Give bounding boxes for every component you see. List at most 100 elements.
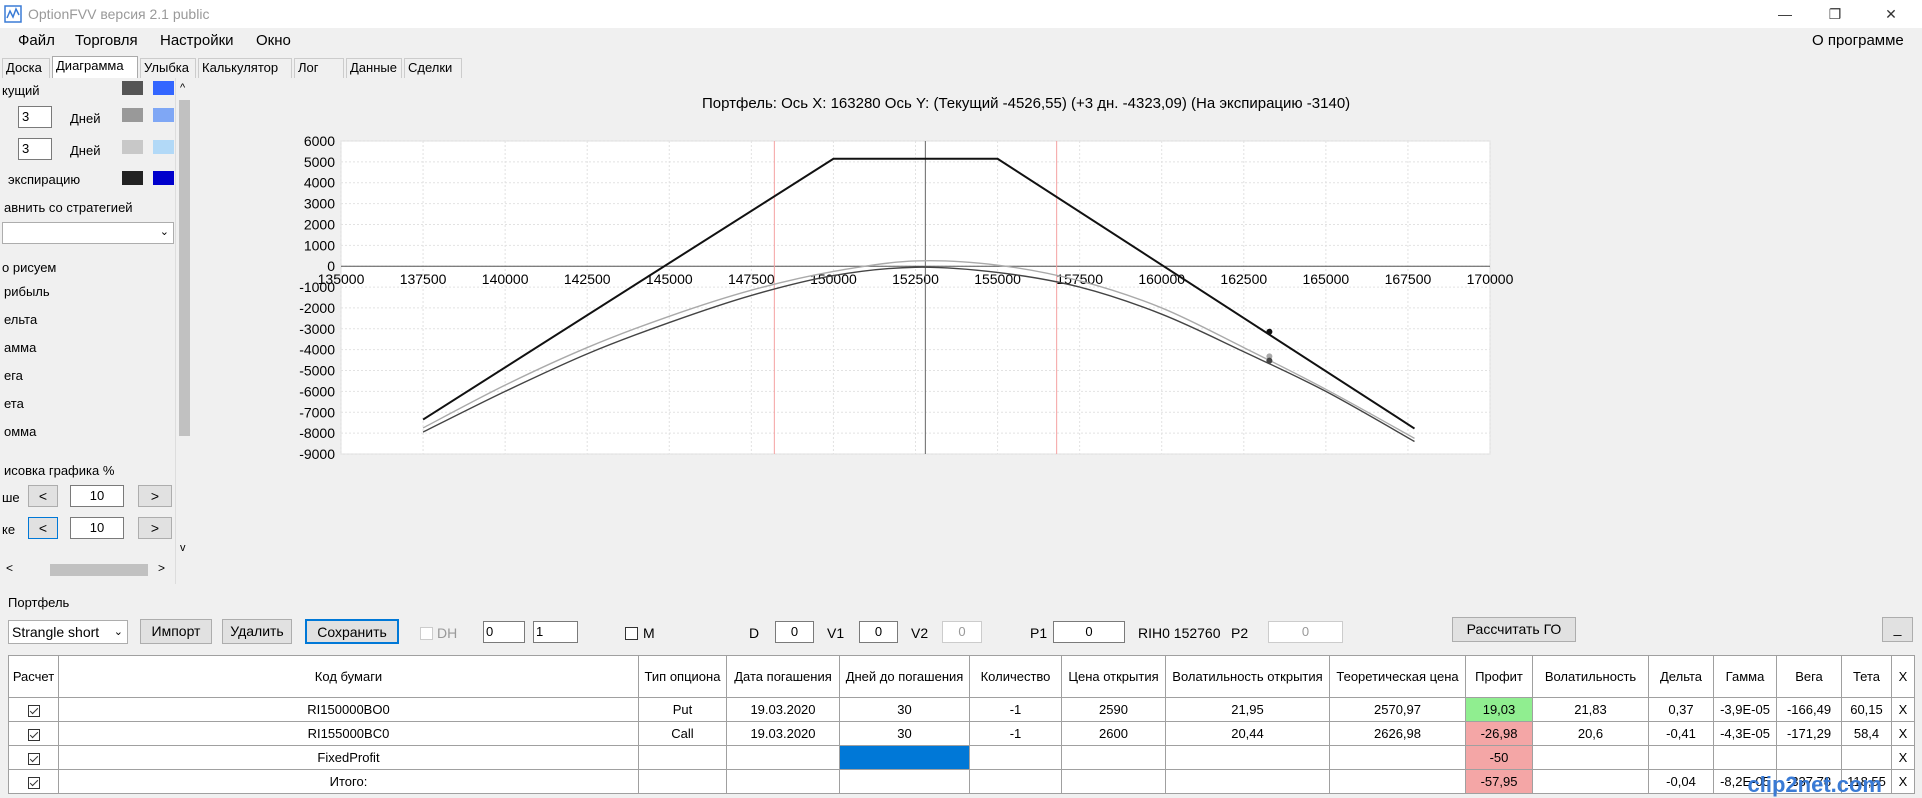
col-header[interactable]: Тип опциона <box>638 655 727 698</box>
cell-qty[interactable] <box>969 769 1062 794</box>
days2-color-swatch-alt[interactable] <box>153 140 174 154</box>
cell-type[interactable]: Put <box>638 697 727 722</box>
d-input[interactable]: 0 <box>775 621 814 643</box>
cell-vega[interactable]: -166,49 <box>1776 697 1842 722</box>
col-header[interactable]: Цена открытия <box>1061 655 1166 698</box>
cell-vega[interactable] <box>1776 745 1842 770</box>
scroll-down-arrow[interactable]: v <box>180 542 186 554</box>
menu-trade[interactable]: Торговля <box>75 32 138 49</box>
vertical-scrollbar[interactable]: ^ v <box>176 78 193 560</box>
cell-code[interactable]: RI155000BC0 <box>58 721 639 746</box>
lower-decrease-button[interactable]: < <box>28 517 58 539</box>
cell-theo-price[interactable]: 2626,98 <box>1329 721 1466 746</box>
cell-vol[interactable] <box>1532 745 1649 770</box>
cell-type[interactable] <box>638 745 727 770</box>
days1-input[interactable]: 3 <box>18 106 52 128</box>
cell-profit[interactable]: -50 <box>1465 745 1533 770</box>
cell-theo-price[interactable]: 2570,97 <box>1329 697 1466 722</box>
vertical-scroll-thumb[interactable] <box>179 100 190 436</box>
cell-theta[interactable] <box>1841 745 1892 770</box>
cell-vol[interactable]: 20,6 <box>1532 721 1649 746</box>
minimize-button[interactable]: — <box>1762 0 1808 28</box>
cell-date[interactable]: 19.03.2020 <box>726 721 840 746</box>
upper-value-input[interactable]: 10 <box>70 485 124 507</box>
tab-trades[interactable]: Сделки <box>404 58 462 78</box>
cell-days[interactable]: 30 <box>839 721 970 746</box>
cell-vol[interactable]: 21,83 <box>1532 697 1649 722</box>
cell-theta[interactable]: 58,4 <box>1841 721 1892 746</box>
col-header[interactable]: Тета <box>1841 655 1892 698</box>
cell-theo-price[interactable] <box>1329 769 1466 794</box>
col-header[interactable]: Дней до погашения <box>839 655 970 698</box>
col-header[interactable]: Вега <box>1776 655 1842 698</box>
col-header[interactable]: Дата погашения <box>726 655 840 698</box>
cell-qty[interactable]: -1 <box>969 721 1062 746</box>
p2-input[interactable]: 0 <box>1268 621 1343 643</box>
scroll-left-arrow[interactable]: < <box>6 561 13 575</box>
v1-input[interactable]: 0 <box>859 621 898 643</box>
tab-diagram[interactable]: Диаграмма <box>52 56 138 78</box>
cell-type[interactable] <box>638 769 727 794</box>
cell-theo-price[interactable] <box>1329 745 1466 770</box>
cell-days[interactable] <box>839 769 970 794</box>
cell-profit[interactable]: 19,03 <box>1465 697 1533 722</box>
col-header[interactable]: Дельта <box>1648 655 1714 698</box>
days1-color-swatch[interactable] <box>122 108 143 122</box>
horizontal-scroll-thumb[interactable] <box>50 564 148 576</box>
menu-about[interactable]: О программе <box>1812 32 1904 49</box>
current-color-swatch[interactable] <box>122 81 143 95</box>
cell-gamma[interactable]: -4,3E-05 <box>1713 721 1777 746</box>
days1-color-swatch-alt[interactable] <box>153 108 174 122</box>
tab-log[interactable]: Лог <box>294 58 344 78</box>
col-header[interactable]: Гамма <box>1713 655 1777 698</box>
tab-smile[interactable]: Улыбка <box>140 58 196 78</box>
upper-decrease-button[interactable]: < <box>28 485 58 507</box>
cell-gamma[interactable]: -3,9E-05 <box>1713 697 1777 722</box>
delete-row-button[interactable]: X <box>1891 745 1915 770</box>
cell-open-price[interactable] <box>1061 745 1166 770</box>
current-color-swatch-alt[interactable] <box>153 81 174 95</box>
tab-calculator[interactable]: Калькулятор <box>198 58 292 78</box>
col-header[interactable]: Теоретическая цена <box>1329 655 1466 698</box>
lower-value-input[interactable]: 10 <box>70 517 124 539</box>
option-delta[interactable]: ельта <box>4 312 37 327</box>
cell-vol[interactable] <box>1532 769 1649 794</box>
delete-button[interactable]: Удалить <box>222 619 292 644</box>
cell-type[interactable]: Call <box>638 721 727 746</box>
col-header[interactable]: X <box>1891 655 1915 698</box>
cell-open-vol[interactable] <box>1165 745 1330 770</box>
col-header[interactable]: Расчет <box>8 655 59 698</box>
minimize-panel-button[interactable]: _ <box>1882 617 1913 642</box>
cell-code[interactable]: FixedProfit <box>58 745 639 770</box>
option-vega[interactable]: ега <box>4 368 23 383</box>
cell-qty[interactable] <box>969 745 1062 770</box>
cell-delta[interactable]: -0,41 <box>1648 721 1714 746</box>
scroll-right-arrow[interactable]: > <box>158 561 165 575</box>
cell-open-price[interactable] <box>1061 769 1166 794</box>
option-profit[interactable]: рибыль <box>4 284 50 299</box>
calc-checkbox[interactable] <box>8 769 59 794</box>
col-header[interactable]: Волатильность <box>1532 655 1649 698</box>
dh-checkbox[interactable] <box>420 627 433 640</box>
menu-file[interactable]: Файл <box>18 32 55 49</box>
calc-checkbox[interactable] <box>8 721 59 746</box>
cell-code[interactable]: Итого: <box>58 769 639 794</box>
cell-delta[interactable]: -0,04 <box>1648 769 1714 794</box>
strategy-select[interactable]: Strangle short ⌄ <box>8 620 128 644</box>
cell-open-price[interactable]: 2590 <box>1061 697 1166 722</box>
cell-profit[interactable]: -26,98 <box>1465 721 1533 746</box>
option-gamma[interactable]: амма <box>4 340 36 355</box>
save-button[interactable]: Сохранить <box>305 619 399 644</box>
lower-increase-button[interactable]: > <box>138 517 172 539</box>
v2-input[interactable]: 0 <box>942 621 982 643</box>
cell-open-vol[interactable] <box>1165 769 1330 794</box>
delete-row-button[interactable]: X <box>1891 769 1915 794</box>
cell-date[interactable] <box>726 745 840 770</box>
cell-open-vol[interactable]: 20,44 <box>1165 721 1330 746</box>
expiration-color-swatch-alt[interactable] <box>153 171 174 185</box>
cell-open-vol[interactable]: 21,95 <box>1165 697 1330 722</box>
close-button[interactable]: ✕ <box>1868 0 1914 28</box>
col-header[interactable]: Код бумаги <box>58 655 639 698</box>
cell-profit[interactable]: -57,95 <box>1465 769 1533 794</box>
cell-delta[interactable] <box>1648 745 1714 770</box>
